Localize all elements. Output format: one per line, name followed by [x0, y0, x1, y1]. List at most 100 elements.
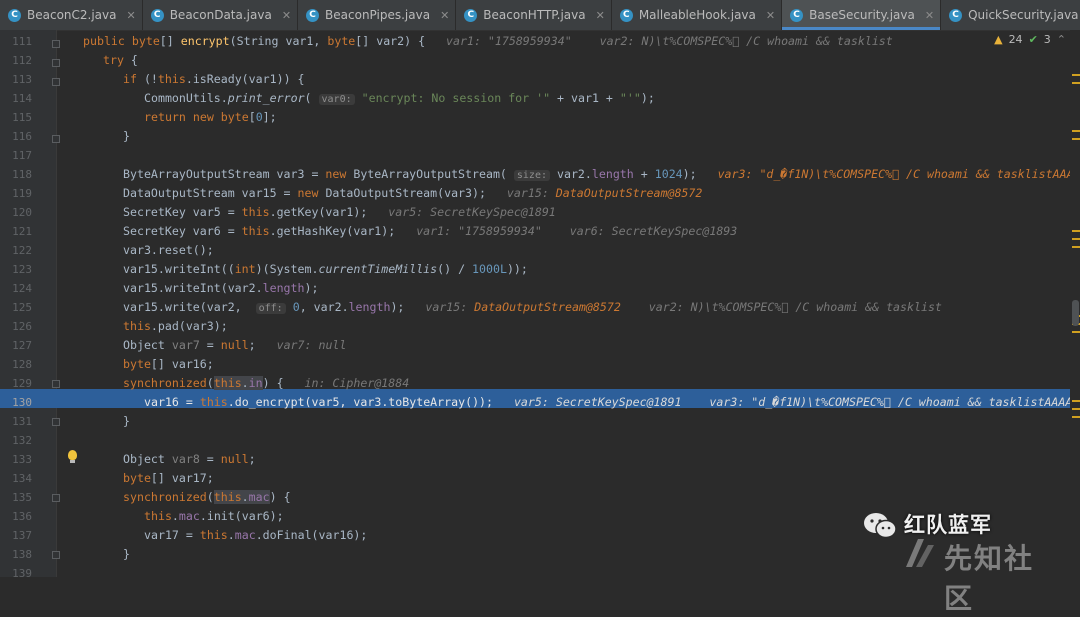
code-line-119: DataOutputStream var15 = new DataOutputS… — [123, 186, 703, 200]
line-number: 117 — [12, 149, 32, 162]
tab-label: MalleableHook.java — [638, 8, 756, 22]
tab-label: BeaconHTTP.java — [483, 8, 586, 22]
vertical-scrollbar[interactable] — [1070, 30, 1080, 577]
code-line-116: } — [123, 129, 130, 143]
tab-beaconc2[interactable]: C BeaconC2.java ✕ — [0, 0, 143, 30]
code-line-122: var3.reset(); — [123, 243, 214, 257]
tab-malleablehook[interactable]: C MalleableHook.java ✕ — [612, 0, 783, 30]
line-number: 121 — [12, 225, 32, 238]
code-line-113: if (!this.isReady(var1)) { — [123, 72, 305, 86]
line-number: 115 — [12, 111, 32, 124]
line-number: 138 — [12, 548, 32, 561]
line-number: 113 — [12, 73, 32, 86]
scroll-marker — [1072, 246, 1080, 248]
code-line-138: } — [123, 547, 130, 561]
scroll-marker — [1072, 230, 1080, 232]
check-count: 3 — [1043, 33, 1051, 46]
debug-value: var7: null — [276, 338, 347, 352]
scroll-marker — [1072, 130, 1080, 132]
code-line-125: var15.write(var2, off: 0, var2.length); … — [123, 300, 942, 314]
close-icon[interactable]: ✕ — [596, 9, 605, 22]
line-number: 125 — [12, 301, 32, 314]
close-icon[interactable]: ✕ — [440, 9, 449, 22]
tab-label: BeaconPipes.java — [325, 8, 431, 22]
watermark-title: 红队蓝军 — [904, 513, 992, 537]
code-line-126: this.pad(var3); — [123, 319, 228, 333]
debug-label: var15: — [506, 186, 556, 200]
line-number: 123 — [12, 263, 32, 276]
warning-count: 24 — [1008, 33, 1023, 46]
close-icon[interactable]: ✕ — [282, 9, 291, 22]
scroll-marker — [1072, 138, 1080, 140]
code-line-120: SecretKey var5 = this.getKey(var1); var5… — [123, 205, 556, 219]
scroll-marker — [1072, 238, 1080, 240]
tab-beaconpipes[interactable]: C BeaconPipes.java ✕ — [298, 0, 457, 30]
close-icon[interactable]: ✕ — [126, 9, 135, 22]
line-number: 112 — [12, 54, 32, 67]
line-number: 111 — [12, 35, 32, 48]
debug-value: DataOutputStream@8572 — [474, 300, 621, 314]
code-line-128: byte[] var16; — [123, 357, 214, 371]
line-number: 124 — [12, 282, 32, 295]
line-number: 139 — [12, 567, 32, 580]
close-icon[interactable]: ✕ — [925, 9, 934, 22]
code-line-133: Object var8 = null; — [123, 452, 256, 466]
line-number: 129 — [12, 377, 32, 390]
java-class-icon: C — [619, 8, 633, 22]
code-line-135: synchronized(this.mac) { — [123, 490, 291, 504]
line-number: 122 — [12, 244, 32, 257]
inspection-widget[interactable]: ▲ 24 ✔ 3 ⌃ — [994, 33, 1066, 46]
debug-value: var3: "d_�f1N)\t%COMSPEC%  /C whoami && … — [717, 167, 1080, 181]
java-class-icon: C — [150, 8, 164, 22]
code-editor[interactable]: public byte[] encrypt(String var1, byte[… — [57, 30, 1080, 577]
check-icon: ✔ — [1028, 33, 1038, 46]
line-number: 120 — [12, 206, 32, 219]
debug-value: var1: "1758959934" var2: N)\t%COMSPEC%  … — [446, 34, 893, 48]
line-number: 134 — [12, 472, 32, 485]
line-number: 137 — [12, 529, 32, 542]
tab-beacondata[interactable]: C BeaconData.java ✕ — [143, 0, 299, 30]
line-number: 128 — [12, 358, 32, 371]
line-number: 135 — [12, 491, 32, 504]
code-line-112: try { — [103, 53, 138, 67]
tab-label: BeaconC2.java — [27, 8, 117, 22]
line-number: 119 — [12, 187, 32, 200]
warning-icon: ▲ — [994, 33, 1003, 46]
code-line-127: Object var7 = null; var7: null — [123, 338, 347, 352]
line-number: 127 — [12, 339, 32, 352]
chevron-up-icon[interactable]: ⌃ — [1057, 33, 1066, 46]
scroll-marker — [1072, 331, 1080, 333]
tab-beaconhttp[interactable]: C BeaconHTTP.java ✕ — [456, 0, 612, 30]
code-line-129: synchronized(this.in) { in: Cipher@1884 — [123, 376, 410, 390]
scroll-marker — [1072, 416, 1080, 418]
code-line-118: ByteArrayOutputStream var3 = new ByteArr… — [123, 165, 1080, 184]
debug-value: var1: "1758959934" var6: SecretKeySpec@1… — [416, 224, 738, 238]
wechat-icon — [864, 513, 897, 539]
param-hint: off: — [255, 303, 286, 314]
code-line-111: public byte[] encrypt(String var1, byte[… — [83, 34, 893, 48]
code-line-124: var15.writeInt(var2.length); — [123, 281, 319, 295]
tab-quicksecurity[interactable]: CQuickSecurity.java✕ — [941, 0, 1080, 30]
code-line-123: var15.writeInt((int)(System.currentTimeM… — [123, 262, 528, 276]
debug-value: var5: SecretKeySpec@1891 var3: "d_�f1N)\… — [513, 395, 1080, 409]
line-number: 131 — [12, 415, 32, 428]
line-number: 132 — [12, 434, 32, 447]
close-icon[interactable]: ✕ — [766, 9, 775, 22]
debug-label: var15: — [425, 300, 475, 314]
java-class-icon: C — [8, 8, 21, 22]
code-line-136: this.mac.init(var6); — [144, 509, 284, 523]
editor-tab-bar: C BeaconC2.java ✕ C BeaconData.java ✕ C BeaconP… — [0, 0, 1080, 31]
debug-value: DataOutputStream@8572 — [555, 186, 703, 200]
scroll-marker — [1072, 74, 1080, 76]
line-number: 114 — [12, 92, 32, 105]
line-number: 136 — [12, 510, 32, 523]
debug-value: var5: SecretKeySpec@1891 — [388, 205, 556, 219]
tab-basesecurity[interactable]: C BaseSecurity.java ✕ — [782, 0, 942, 30]
java-class-icon: C — [306, 8, 320, 22]
line-number: 118 — [12, 168, 32, 181]
scroll-thumb[interactable] — [1072, 300, 1079, 326]
line-number: 126 — [12, 320, 32, 333]
line-number: 116 — [12, 130, 32, 143]
java-class-icon: C — [949, 8, 963, 22]
code-line-130: var16 = this.do_encrypt(var5, var3.toByt… — [144, 393, 1080, 412]
